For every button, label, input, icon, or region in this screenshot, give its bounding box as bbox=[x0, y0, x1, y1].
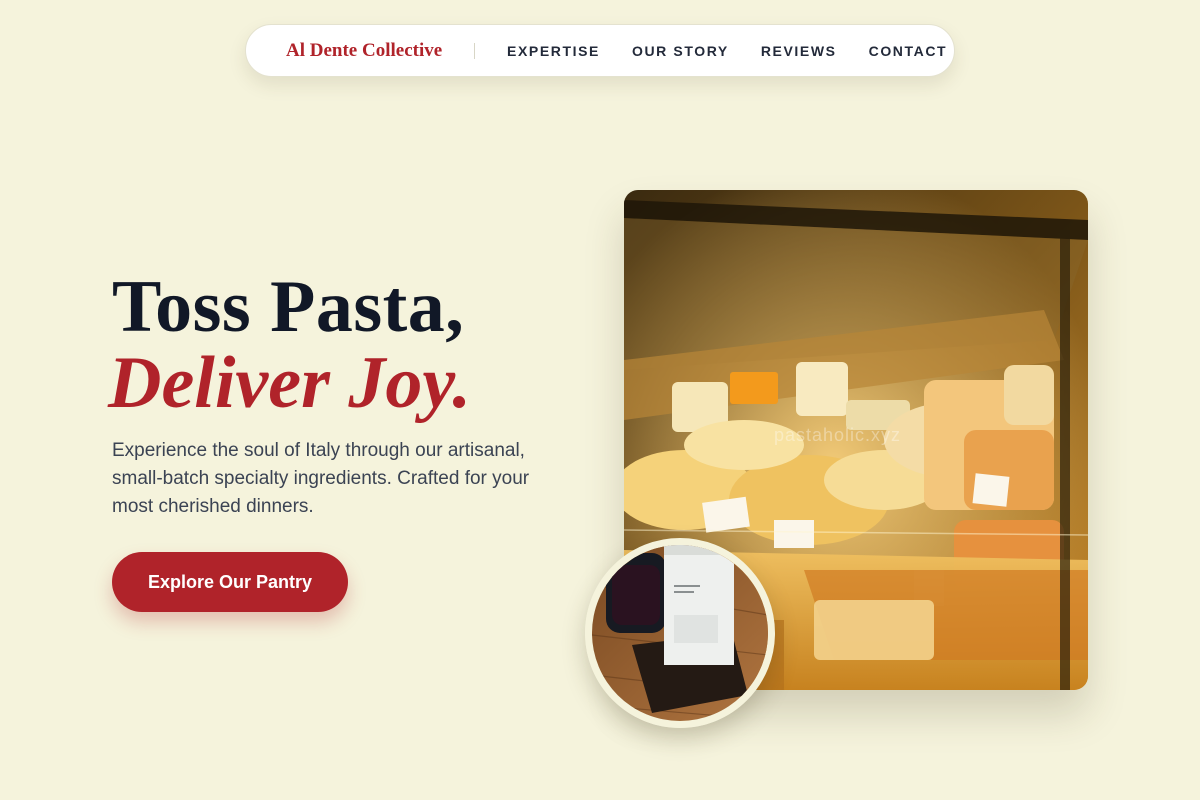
nav-links: EXPERTISE OUR STORY REVIEWS CONTACT bbox=[507, 43, 947, 59]
nav-link-expertise[interactable]: EXPERTISE bbox=[507, 43, 600, 59]
coffee-bag-thumbnail bbox=[585, 538, 775, 728]
top-nav: Al Dente Collective EXPERTISE OUR STORY … bbox=[245, 24, 955, 77]
headline-line-2: Deliver Joy. bbox=[108, 342, 471, 424]
page: Al Dente Collective EXPERTISE OUR STORY … bbox=[0, 0, 1200, 800]
headline-line-1: Toss Pasta, bbox=[112, 266, 465, 348]
explore-pantry-button[interactable]: Explore Our Pantry bbox=[112, 552, 348, 612]
hero-description: Experience the soul of Italy through our… bbox=[112, 440, 530, 517]
nav-link-our-story[interactable]: OUR STORY bbox=[632, 43, 729, 59]
brand-logo[interactable]: Al Dente Collective bbox=[286, 40, 474, 62]
photo-watermark: pastaholic.xyz bbox=[774, 425, 902, 445]
coffee-bag-image bbox=[592, 545, 768, 721]
nav-divider bbox=[474, 42, 475, 59]
hero-headline: Toss Pasta, Deliver Joy. bbox=[108, 266, 471, 420]
nav-link-reviews[interactable]: REVIEWS bbox=[761, 43, 837, 59]
nav-link-contact[interactable]: CONTACT bbox=[869, 43, 948, 59]
